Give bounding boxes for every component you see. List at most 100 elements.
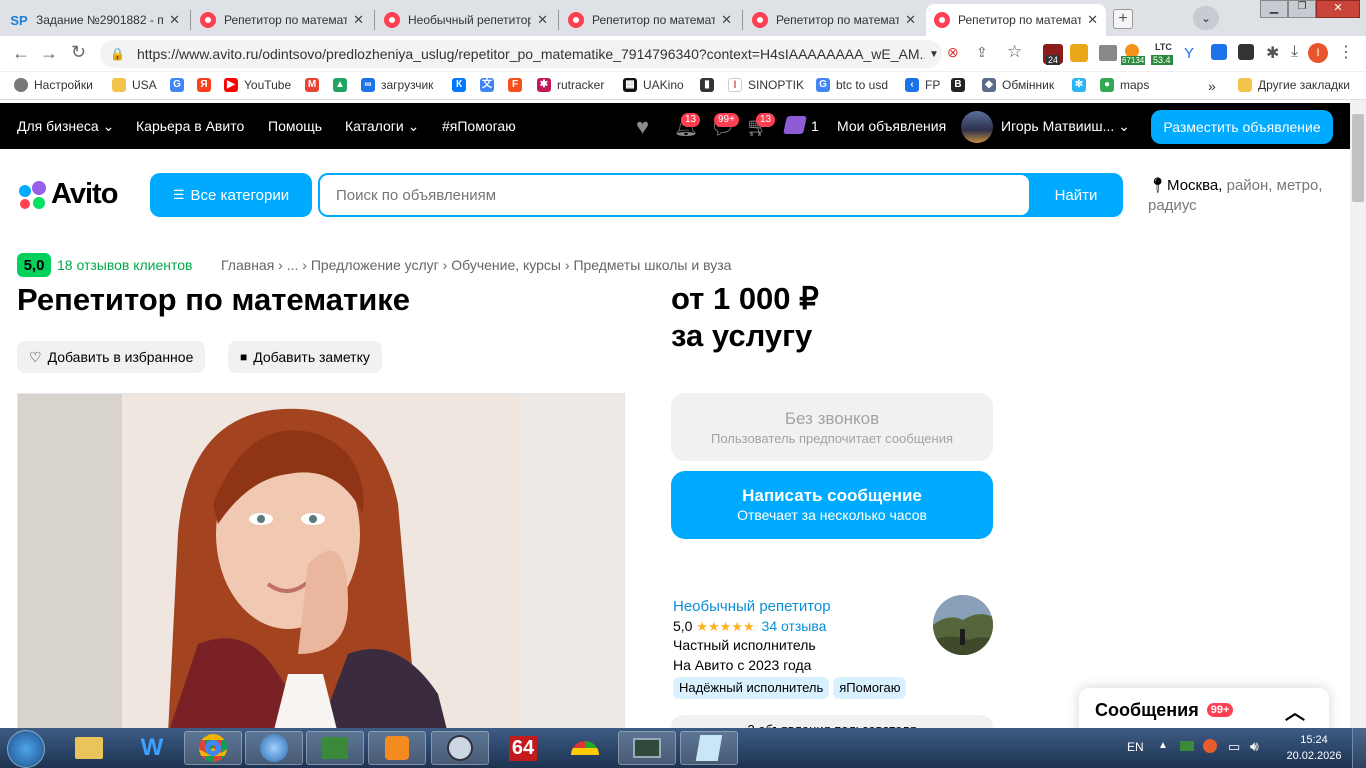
explorer-taskbar-icon[interactable]: [60, 731, 118, 765]
bookmark-star-icon[interactable]: ☆: [1007, 42, 1022, 62]
reload-icon[interactable]: ↻: [71, 42, 86, 63]
extension-shield-icon[interactable]: [1070, 44, 1088, 62]
calculator-app-icon[interactable]: [306, 731, 364, 765]
close-icon[interactable]: ✕: [1087, 12, 1098, 28]
tray-expand-icon[interactable]: ▲: [1158, 740, 1168, 751]
tab-4[interactable]: Репетитор по математике ✕: [560, 4, 740, 36]
close-icon[interactable]: ✕: [905, 12, 916, 28]
media-player-icon[interactable]: [368, 731, 426, 765]
chevron-down-icon[interactable]: ▼: [929, 49, 939, 60]
shield-app-icon[interactable]: W: [123, 731, 181, 765]
monitor-app-icon[interactable]: [618, 731, 676, 765]
bookmark-item[interactable]: ǀ SINOPTIK: [728, 78, 804, 92]
bookmark-item[interactable]: ✻: [1072, 78, 1092, 92]
language-indicator[interactable]: EN: [1127, 740, 1144, 754]
bookmarks-more-button[interactable]: »: [1208, 78, 1216, 94]
chrome-taskbar-icon[interactable]: [184, 731, 242, 765]
search-button[interactable]: Найти: [1031, 175, 1121, 215]
aida64-icon[interactable]: 64: [494, 731, 552, 765]
download-ext-icon[interactable]: [1211, 44, 1227, 60]
lock-icon[interactable]: 🔒: [110, 47, 125, 61]
bookmark-item[interactable]: ▶ YouTube: [224, 78, 291, 92]
forward-icon[interactable]: →: [40, 43, 58, 64]
avito-logo[interactable]: Avito: [17, 178, 118, 211]
scrollbar-thumb[interactable]: [1352, 114, 1364, 202]
close-icon[interactable]: ✕: [721, 12, 732, 28]
tray-color-icon[interactable]: [1203, 739, 1217, 753]
bitcoin-ext-icon[interactable]: 67134: [1121, 44, 1149, 66]
avatar[interactable]: [961, 111, 993, 143]
extension-icon[interactable]: 24: [1043, 44, 1063, 65]
tab-3[interactable]: Необычный репетитор ✕: [376, 4, 556, 36]
extensions-puzzle-icon[interactable]: ✱: [1266, 43, 1279, 63]
bookmark-item[interactable]: ▮: [700, 78, 720, 92]
breadcrumb[interactable]: Главная › ... › Предложение услуг › Обуч…: [221, 257, 731, 273]
location-selector[interactable]: 📍︎Москва, район, метро, радиус: [1148, 176, 1338, 216]
post-ad-button[interactable]: Разместить объявление: [1151, 110, 1333, 144]
umbrella-app-icon[interactable]: [556, 731, 614, 765]
bookmark-item[interactable]: Я: [197, 78, 217, 92]
wallet-icon[interactable]: [783, 116, 807, 134]
globe-app-icon[interactable]: [245, 731, 303, 765]
bookmark-item[interactable]: ✱ rutracker: [537, 78, 604, 92]
briefcase-icon[interactable]: [1099, 45, 1117, 61]
tab-2[interactable]: Репетитор по математике ✕: [192, 4, 372, 36]
bookmark-item[interactable]: К: [452, 78, 472, 92]
vpn-icon[interactable]: Y: [1184, 45, 1194, 62]
add-note-button[interactable]: ■ Добавить заметку: [228, 341, 382, 373]
volume-icon[interactable]: 🔊︎: [1250, 738, 1259, 755]
yapomogayu-badge[interactable]: яПомогаю: [833, 677, 907, 699]
reliable-badge[interactable]: Надёжный исполнитель: [673, 677, 830, 699]
new-tab-icon[interactable]: +: [1113, 9, 1133, 29]
system-clock[interactable]: 15:24 20.02.2026: [1284, 732, 1344, 764]
tray-app-icon[interactable]: [1180, 741, 1194, 751]
bookmark-item[interactable]: USA: [112, 78, 157, 92]
seller-name-link[interactable]: Необычный репетитор: [673, 597, 910, 617]
add-favorite-button[interactable]: ♡ Добавить в избранное: [17, 341, 206, 373]
bookmark-item[interactable]: ‹ FP: [905, 78, 940, 92]
tab-search-icon[interactable]: ⌄: [1193, 6, 1219, 30]
ltc-ext-icon[interactable]: LTC 53.4: [1151, 42, 1177, 68]
profile-avatar[interactable]: I: [1308, 43, 1328, 63]
bookmark-item[interactable]: ∞ загрузчик: [361, 78, 433, 92]
search-input[interactable]: [320, 175, 1029, 215]
write-message-button[interactable]: Написать сообщение Отвечает за несколько…: [671, 471, 993, 539]
bookmark-item[interactable]: B: [951, 78, 971, 92]
other-bookmarks[interactable]: Другие закладки: [1238, 78, 1350, 92]
tab-6-active[interactable]: Репетитор по математике ✕: [926, 4, 1106, 36]
seller-avatar[interactable]: [933, 595, 993, 655]
bookmark-item[interactable]: F: [508, 78, 528, 92]
bookmark-item[interactable]: Настройки: [14, 78, 93, 92]
listing-photo[interactable]: [17, 393, 625, 733]
reviews-link[interactable]: 18 отзывов клиентов: [57, 257, 193, 273]
restore-icon[interactable]: ❐: [1288, 0, 1316, 18]
tab-1[interactable]: SP Задание №2901882 - п ✕: [0, 4, 188, 36]
address-bar[interactable]: 🔒 https://www.avito.ru/odintsovo/predloz…: [100, 40, 942, 68]
downloads-icon[interactable]: ⤓: [1291, 43, 1298, 61]
messages-panel[interactable]: Сообщения 99+ ︿: [1079, 688, 1329, 732]
close-icon[interactable]: ✕: [353, 12, 364, 28]
network-icon[interactable]: ▭: [1228, 739, 1240, 755]
tab-5[interactable]: Репетитор по математике ✕: [744, 4, 924, 36]
chevron-up-icon[interactable]: ︿: [1285, 696, 1305, 725]
start-button[interactable]: [7, 730, 45, 768]
bookmark-item[interactable]: ● maps: [1100, 78, 1149, 92]
menu-dots-icon[interactable]: ⋮: [1338, 42, 1354, 62]
nav-career[interactable]: Карьера в Авито: [136, 118, 244, 134]
share-icon[interactable]: ⇪: [976, 44, 988, 61]
bookmark-item[interactable]: 文: [480, 78, 500, 92]
bookmark-item[interactable]: ▦ UAKino: [623, 78, 684, 92]
close-icon[interactable]: ✕: [537, 12, 548, 28]
no-calls-button[interactable]: Без звонков Пользователь предпочитает со…: [671, 393, 993, 461]
window-close-icon[interactable]: ✕: [1316, 0, 1360, 18]
blocked-icon[interactable]: ⊗: [947, 44, 959, 61]
user-menu[interactable]: Игорь Матвииш... ⌄: [1001, 118, 1130, 135]
bookmark-item[interactable]: ▲: [333, 78, 353, 92]
seller-reviews-link[interactable]: 34 отзыва: [762, 618, 827, 634]
nav-business[interactable]: Для бизнеса ⌄: [17, 118, 114, 135]
favorites-heart-icon[interactable]: ♥: [636, 114, 649, 140]
clock-app-icon[interactable]: [431, 731, 489, 765]
nav-yapomogayu[interactable]: #яПомогаю: [442, 118, 516, 134]
nav-help[interactable]: Помощь: [268, 118, 322, 134]
show-desktop-button[interactable]: [1352, 728, 1366, 768]
